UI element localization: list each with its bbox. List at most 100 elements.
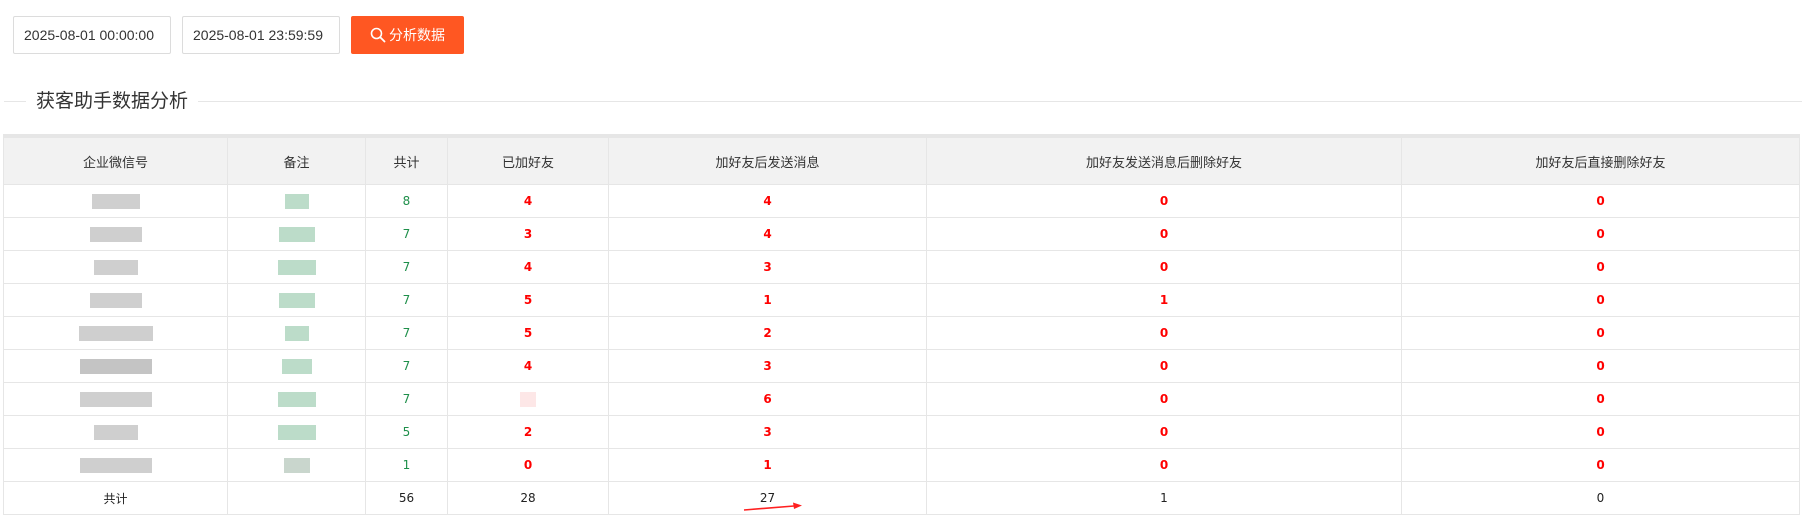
delete-direct-sum-cell: 0	[1401, 481, 1800, 515]
redacted-account	[93, 424, 138, 440]
redacted-remark	[281, 358, 312, 374]
account-cell	[3, 250, 228, 284]
delete-after-msg-cell: 0	[926, 415, 1402, 449]
redacted-remark	[277, 259, 316, 275]
table-header-row: 企业微信号 备注 共计 已加好友 加好友后发送消息 加好友发送消息后删除好友 加…	[3, 134, 1800, 185]
remark-cell	[227, 349, 366, 383]
added-friends-cell: 5	[447, 283, 609, 317]
account-cell	[3, 415, 228, 449]
delete-direct-cell: 0	[1401, 250, 1800, 284]
section-header: 获客助手数据分析	[4, 88, 1802, 114]
added-friends-cell	[447, 382, 609, 416]
added-friends-cell: 2	[447, 415, 609, 449]
total-cell: 1	[365, 448, 448, 482]
table-row: 5 2 3 0 0	[3, 415, 1800, 449]
header-added-friends: 已加好友	[447, 134, 609, 185]
msg-after-add-cell: 1	[608, 448, 927, 482]
account-cell	[3, 283, 228, 317]
table-row: 7 5 1 1 0	[3, 283, 1800, 317]
start-time-input[interactable]	[13, 16, 171, 54]
redacted-account	[93, 259, 138, 275]
added-friends-cell: 5	[447, 316, 609, 350]
msg-after-add-cell: 4	[608, 217, 927, 251]
table-row: 7 5 2 0 0	[3, 316, 1800, 350]
delete-direct-cell: 0	[1401, 217, 1800, 251]
delete-after-msg-cell: 0	[926, 184, 1402, 218]
redacted-remark	[278, 226, 315, 242]
table-row: 7 6 0 0	[3, 382, 1800, 416]
redacted-remark	[284, 325, 309, 341]
account-cell	[3, 217, 228, 251]
added-friends-cell: 0	[447, 448, 609, 482]
total-cell: 8	[365, 184, 448, 218]
delete-after-msg-cell: 0	[926, 250, 1402, 284]
delete-direct-cell: 0	[1401, 316, 1800, 350]
delete-after-msg-cell: 0	[926, 316, 1402, 350]
section-divider	[4, 101, 1802, 102]
added-friends-cell: 4	[447, 349, 609, 383]
redacted-remark	[277, 391, 316, 407]
delete-direct-cell: 0	[1401, 184, 1800, 218]
msg-after-add-cell: 1	[608, 283, 927, 317]
header-delete-after-msg: 加好友发送消息后删除好友	[926, 134, 1402, 185]
remark-cell	[227, 184, 366, 218]
header-account: 企业微信号	[3, 134, 228, 185]
redacted-remark	[284, 193, 309, 209]
total-label-cell: 共计	[3, 481, 228, 515]
redacted-account	[91, 193, 140, 209]
redacted-account	[89, 292, 142, 308]
remark-cell	[227, 448, 366, 482]
data-table-container: 企业微信号 备注 共计 已加好友 加好友后发送消息 加好友发送消息后删除好友 加…	[3, 134, 1800, 515]
end-time-input[interactable]	[182, 16, 340, 54]
account-cell	[3, 448, 228, 482]
table-row: 7 3 4 0 0	[3, 217, 1800, 251]
total-cell: 7	[365, 316, 448, 350]
account-cell	[3, 184, 228, 218]
msg-after-add-cell: 3	[608, 415, 927, 449]
msg-after-add-cell: 3	[608, 250, 927, 284]
total-cell: 5	[365, 415, 448, 449]
header-msg-after-add: 加好友后发送消息	[608, 134, 927, 185]
delete-direct-cell: 0	[1401, 283, 1800, 317]
header-total: 共计	[365, 134, 448, 185]
analyze-data-button[interactable]: 分析数据	[351, 16, 464, 54]
table-total-row: 共计 56 28 27 1 0	[3, 481, 1800, 515]
account-cell	[3, 349, 228, 383]
total-cell: 7	[365, 250, 448, 284]
total-cell: 7	[365, 349, 448, 383]
added-friends-sum-cell: 28	[447, 481, 609, 515]
msg-after-add-cell: 3	[608, 349, 927, 383]
delete-after-msg-cell: 0	[926, 217, 1402, 251]
total-sum-cell: 56	[365, 481, 448, 515]
delete-after-msg-sum-cell: 1	[926, 481, 1402, 515]
remark-cell	[227, 481, 366, 515]
table-row: 8 4 4 0 0	[3, 184, 1800, 218]
redacted-account	[79, 457, 152, 473]
analyze-button-label: 分析数据	[389, 28, 445, 44]
redacted-remark	[278, 292, 315, 308]
delete-after-msg-cell: 0	[926, 382, 1402, 416]
table-row: 1 0 1 0 0	[3, 448, 1800, 482]
redacted-account	[89, 226, 142, 242]
added-friends-cell: 3	[447, 217, 609, 251]
header-remark: 备注	[227, 134, 366, 185]
remark-cell	[227, 415, 366, 449]
delete-after-msg-cell: 1	[926, 283, 1402, 317]
filter-toolbar: 分析数据	[13, 16, 464, 54]
redacted-account	[78, 325, 153, 341]
delete-after-msg-cell: 0	[926, 448, 1402, 482]
redacted-account	[79, 358, 152, 374]
delete-direct-cell: 0	[1401, 415, 1800, 449]
redacted-value	[520, 391, 536, 407]
total-cell: 7	[365, 382, 448, 416]
delete-direct-cell: 0	[1401, 349, 1800, 383]
total-cell: 7	[365, 217, 448, 251]
redacted-remark	[283, 457, 310, 473]
table-row: 7 4 3 0 0	[3, 250, 1800, 284]
arrow-right-icon	[743, 502, 802, 511]
section-title: 获客助手数据分析	[26, 88, 199, 114]
msg-after-add-cell: 4	[608, 184, 927, 218]
added-friends-cell: 4	[447, 250, 609, 284]
search-icon	[370, 27, 386, 43]
delete-direct-cell: 0	[1401, 448, 1800, 482]
